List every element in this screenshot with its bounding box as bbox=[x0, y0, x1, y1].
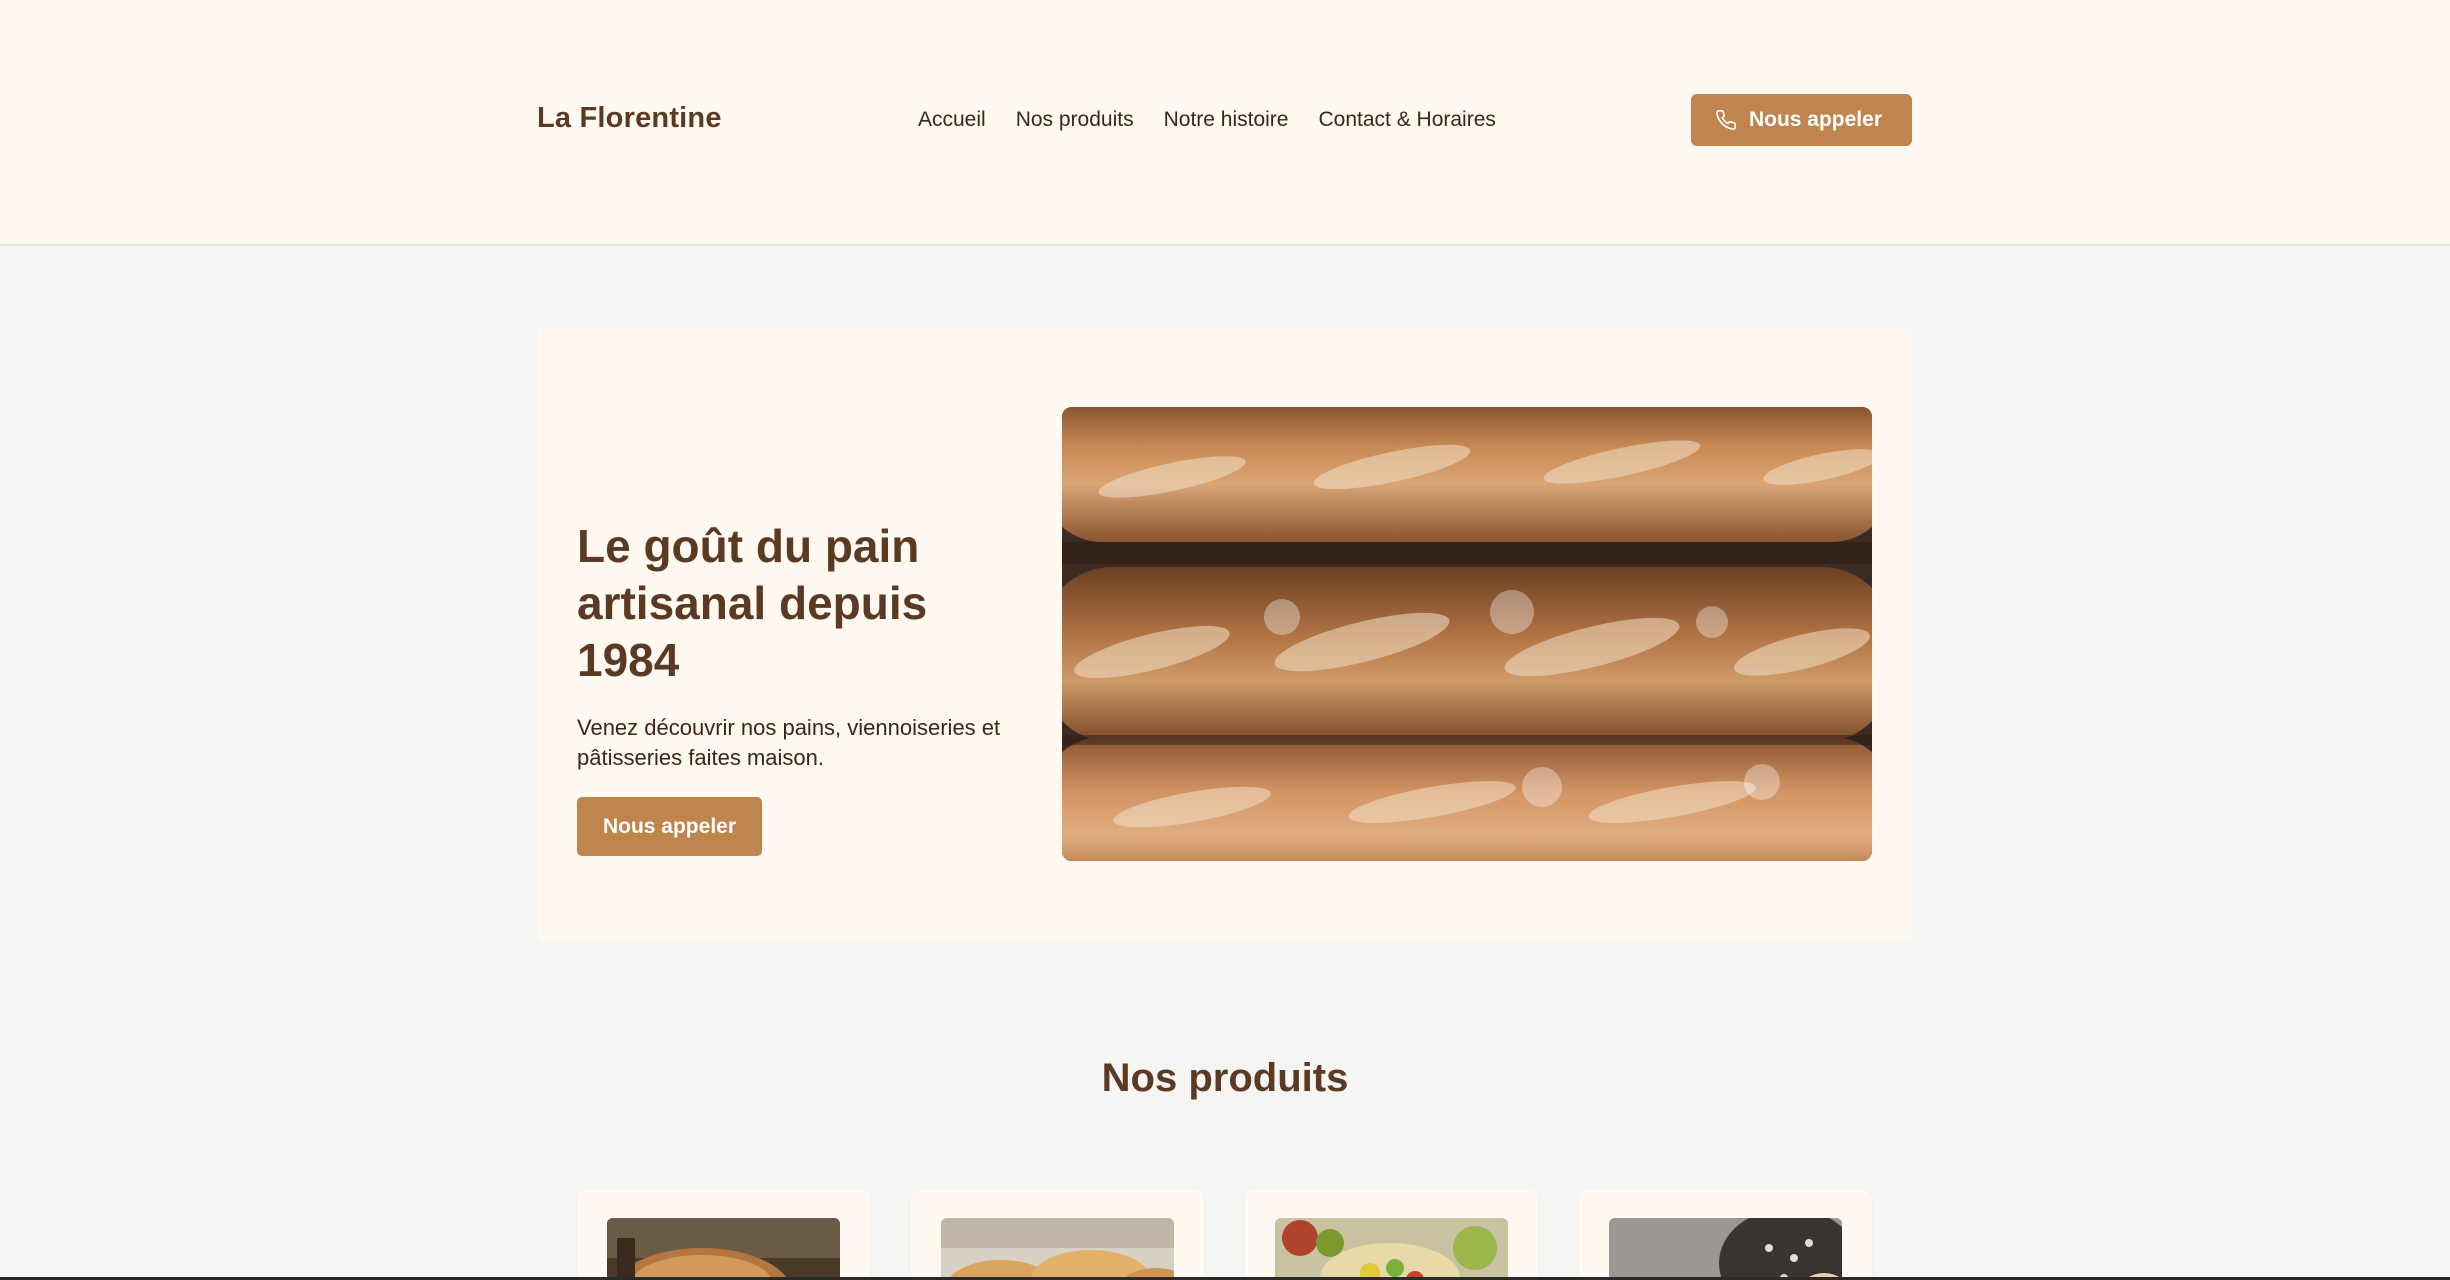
hero-text: Le goût du pain artisanal depuis 1984 Ve… bbox=[577, 518, 1037, 856]
hero-title-line1: Le goût du pain bbox=[577, 520, 920, 572]
hero-baguettes-image bbox=[1062, 407, 1872, 861]
product-card[interactable] bbox=[1579, 1190, 1872, 1280]
product-bread-image bbox=[607, 1218, 840, 1280]
hero-call-button[interactable]: Nous appeler bbox=[577, 797, 762, 856]
hero-title-line2: artisanal depuis 1984 bbox=[577, 577, 928, 686]
header-call-label: Nous appeler bbox=[1748, 108, 1882, 131]
product-fruit-pastries-image bbox=[1275, 1218, 1508, 1280]
hero-title: Le goût du pain artisanal depuis 1984 bbox=[577, 518, 1037, 689]
nav-link-contact[interactable]: Contact & Horaires bbox=[1318, 108, 1495, 132]
hero-section: Le goût du pain artisanal depuis 1984 Ve… bbox=[537, 328, 1912, 941]
header-call-button[interactable]: Nous appeler bbox=[1690, 94, 1912, 146]
products-title: Nos produits bbox=[1101, 1056, 1349, 1100]
hero-subtitle: Venez découvrir nos pains, viennoiseries… bbox=[577, 713, 1037, 773]
nav-link-produits[interactable]: Nos produits bbox=[1016, 108, 1134, 132]
brand-logo[interactable]: La Florentine bbox=[537, 102, 722, 135]
nav-link-accueil[interactable]: Accueil bbox=[918, 108, 986, 132]
product-card[interactable] bbox=[911, 1190, 1204, 1280]
hero-subtitle-line2: pâtisseries faites maison. bbox=[577, 745, 824, 770]
header-inner: La Florentine Accueil Nos produits Notre… bbox=[537, 94, 1912, 148]
product-dough-image bbox=[1609, 1218, 1842, 1280]
nav-link-histoire[interactable]: Notre histoire bbox=[1164, 108, 1289, 132]
product-croissants-image bbox=[941, 1218, 1174, 1280]
site-header: La Florentine Accueil Nos produits Notre… bbox=[0, 0, 2450, 246]
phone-icon bbox=[1715, 109, 1737, 131]
page: La Florentine Accueil Nos produits Notre… bbox=[0, 0, 2450, 1280]
hero-subtitle-line1: Venez découvrir nos pains, viennoiseries… bbox=[577, 715, 1001, 740]
products-grid bbox=[577, 1190, 1872, 1280]
product-card[interactable] bbox=[1245, 1190, 1538, 1280]
main-nav: Accueil Nos produits Notre histoire Cont… bbox=[918, 108, 1496, 132]
product-card[interactable] bbox=[577, 1190, 870, 1280]
